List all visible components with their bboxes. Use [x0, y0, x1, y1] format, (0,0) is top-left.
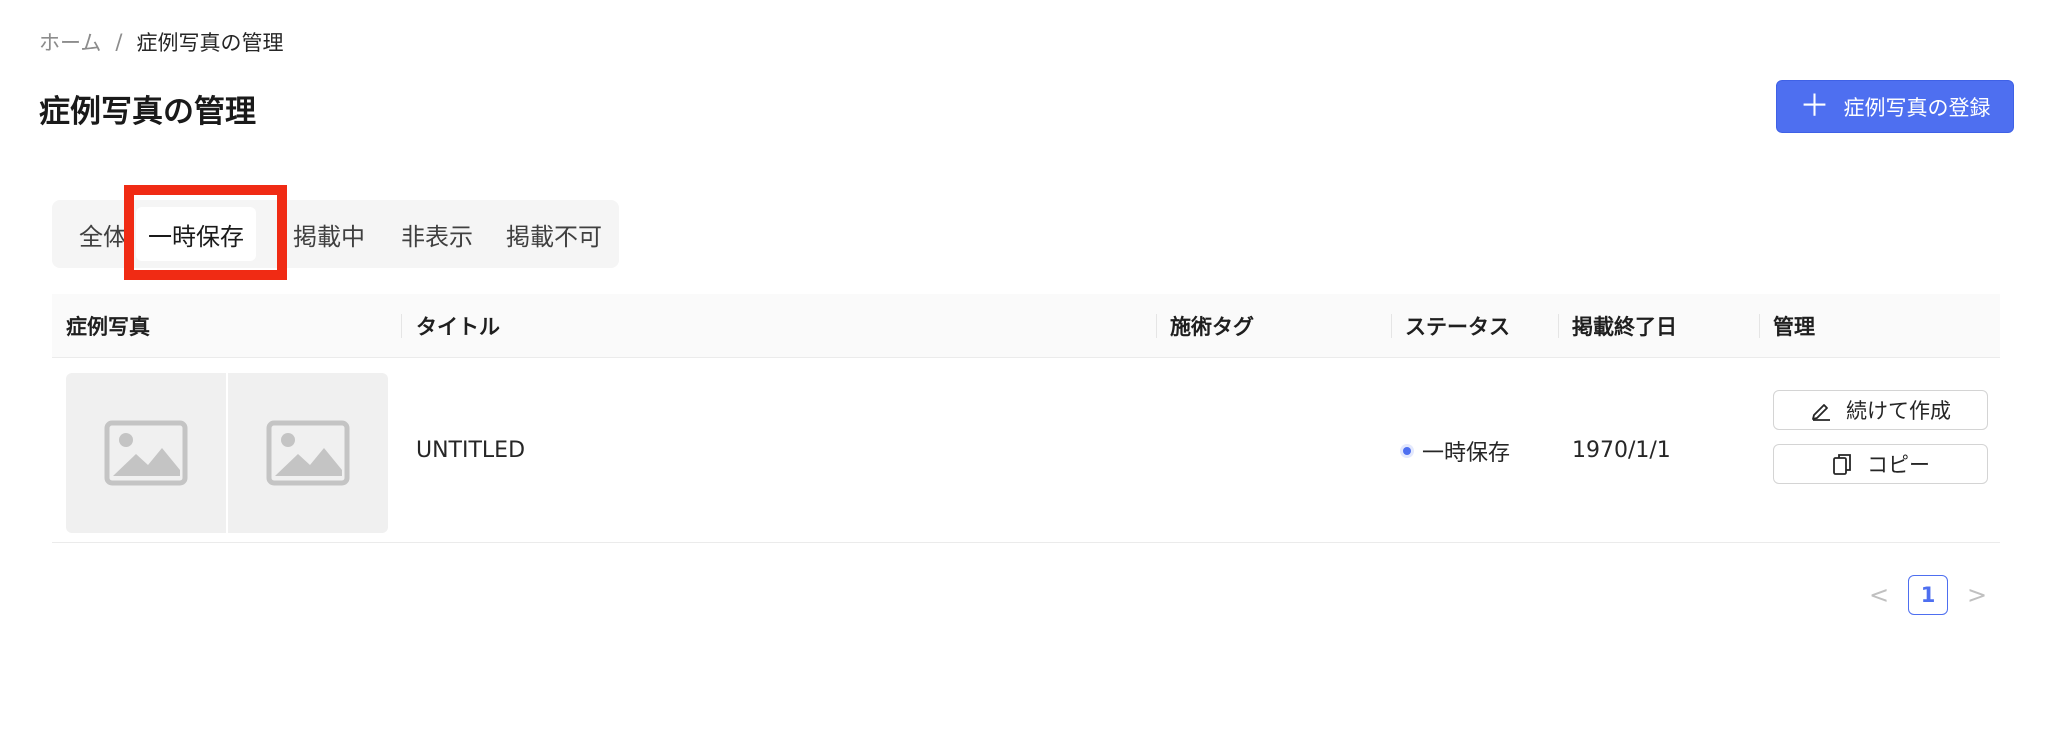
tab-hidden[interactable]: 非表示 — [392, 200, 482, 268]
pencil-icon — [1812, 404, 1830, 421]
after-photo-thumbnail — [228, 373, 388, 533]
chevron-right-icon[interactable]: > — [1966, 581, 1988, 609]
case-photo-table: 症例写真 タイトル 施術タグ ステータス 掲載終了日 管理 UNTITLED 一… — [52, 294, 2000, 543]
column-divider — [1759, 314, 1760, 338]
copy-label: コピー — [1867, 453, 1930, 477]
status-dot-icon — [1400, 443, 1414, 458]
register-case-photo-button[interactable]: ＋ 症例写真の登録 — [1776, 80, 2014, 133]
tab-not-publishable[interactable]: 掲載不可 — [499, 200, 609, 268]
plus-icon: ＋ — [1799, 88, 1830, 124]
row-title[interactable]: UNTITLED — [416, 358, 525, 543]
column-header-end-date: 掲載終了日 — [1572, 315, 1677, 339]
status-tabs: 全体 一時保存 掲載中 非表示 掲載不可 — [52, 200, 619, 268]
breadcrumb-home-link[interactable]: ホーム — [39, 27, 101, 57]
table-row: UNTITLED 一時保存 1970/1/1 続けて作成 コピー — [52, 358, 2000, 543]
register-button-label: 症例写真の登録 — [1843, 95, 1991, 120]
column-header-title: タイトル — [416, 315, 500, 339]
pagination: < 1 > — [1868, 575, 1988, 615]
tab-published[interactable]: 掲載中 — [284, 200, 374, 268]
column-divider — [1391, 314, 1392, 338]
image-placeholder-icon — [104, 420, 188, 486]
before-photo-thumbnail — [66, 373, 226, 533]
row-status: 一時保存 — [1400, 358, 1510, 543]
chevron-left-icon[interactable]: < — [1868, 581, 1890, 609]
page-1-button[interactable]: 1 — [1908, 575, 1948, 615]
column-divider — [401, 314, 402, 338]
continue-editing-button[interactable]: 続けて作成 — [1773, 390, 1988, 430]
breadcrumb: ホーム / 症例写真の管理 — [39, 27, 283, 57]
tab-draft[interactable]: 一時保存 — [136, 207, 256, 261]
status-label: 一時保存 — [1422, 440, 1511, 466]
table-header: 症例写真 タイトル 施術タグ ステータス 掲載終了日 管理 — [52, 294, 2000, 358]
column-divider — [1156, 314, 1157, 338]
column-header-manage: 管理 — [1773, 315, 1815, 339]
tab-all[interactable]: 全体 — [68, 200, 138, 268]
page-title: 症例写真の管理 — [39, 94, 256, 130]
continue-editing-label: 続けて作成 — [1846, 399, 1951, 423]
copy-button[interactable]: コピー — [1773, 444, 1988, 484]
breadcrumb-current: 症例写真の管理 — [136, 31, 284, 55]
column-header-status: ステータス — [1405, 315, 1510, 339]
image-placeholder-icon — [266, 420, 350, 486]
column-divider — [1558, 314, 1559, 338]
column-header-photo: 症例写真 — [66, 315, 150, 339]
copy-icon — [1833, 454, 1851, 475]
breadcrumb-separator: / — [115, 30, 123, 54]
column-header-tags: 施術タグ — [1170, 315, 1254, 339]
row-end-date: 1970/1/1 — [1572, 438, 1671, 463]
case-photo-thumbnails[interactable] — [66, 373, 388, 533]
